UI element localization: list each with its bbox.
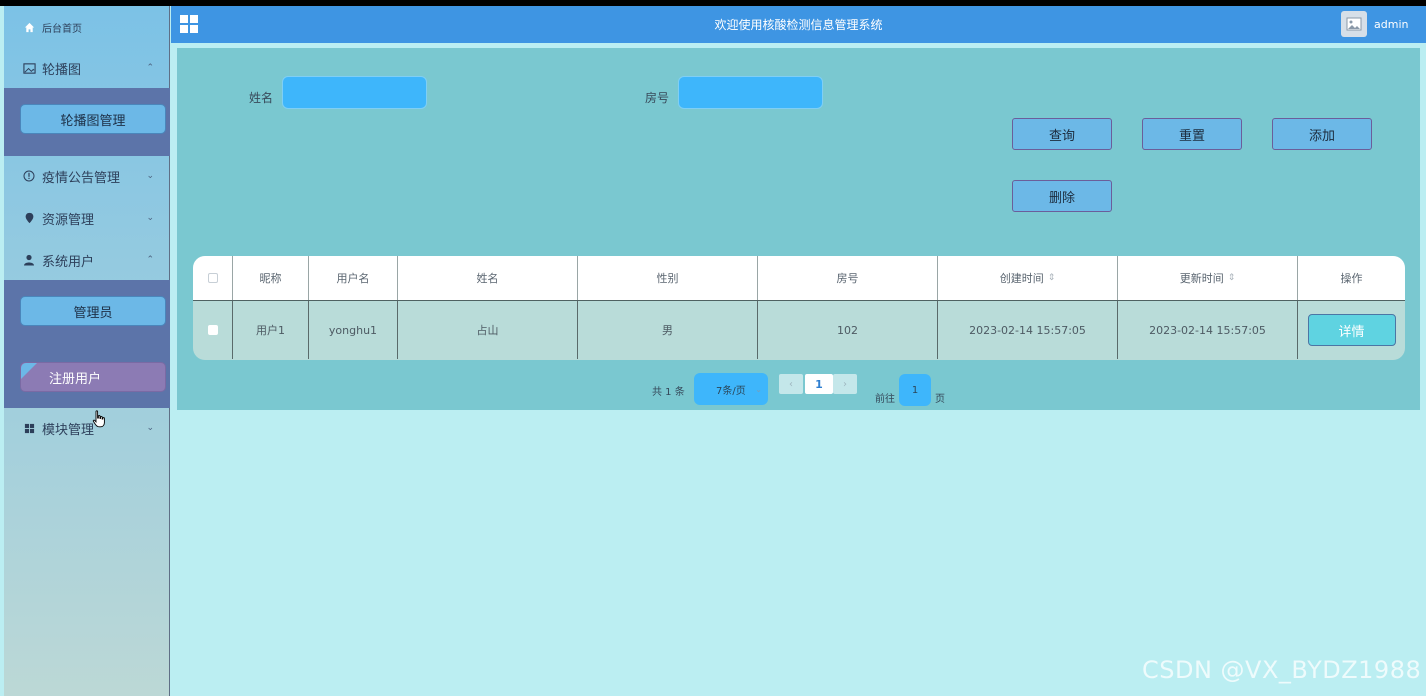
- chevron-up-icon: ⌃: [146, 63, 154, 73]
- current-page[interactable]: 1: [805, 374, 833, 394]
- sidebar-item-carousel[interactable]: 轮播图 ⌃: [4, 56, 170, 80]
- image-placeholder-icon: [1346, 17, 1362, 31]
- chevron-down-icon: ⌄: [755, 384, 762, 394]
- app-screen: 后台首页 轮播图 ⌃ 轮播图管理 疫情公告管理 ⌄ 资源管理 ⌄ 系统用户 ⌃ …: [0, 6, 1426, 696]
- sidebar-item-resource[interactable]: 资源管理 ⌄: [4, 206, 170, 230]
- sidebar-item-admin[interactable]: 管理员: [20, 296, 166, 326]
- location-icon: [22, 211, 36, 225]
- username-label[interactable]: admin: [1374, 18, 1408, 31]
- select-all-cell: [193, 256, 233, 300]
- watermark: CSDN @VX_BYDZ1988: [1142, 656, 1422, 684]
- image-icon: [22, 61, 36, 75]
- name-input[interactable]: [282, 76, 427, 109]
- chevron-down-icon: ⌄: [146, 171, 154, 181]
- chevron-down-icon: ⌄: [146, 423, 154, 433]
- goto-page-input[interactable]: 1: [899, 374, 931, 406]
- content-panel: 姓名 房号 查询 重置 添加 删除 昵称 用户名 姓名 性别 房号 创建时间 ⇕ …: [177, 48, 1420, 410]
- header-gender: 性别: [578, 256, 758, 300]
- sidebar-item-system-user-label: 系统用户: [42, 254, 95, 270]
- cell-username: yonghu1: [309, 301, 398, 359]
- submenu-system-user: 管理员 注册用户: [4, 280, 170, 408]
- grid-icon: [22, 421, 36, 435]
- header-username: 用户名: [309, 256, 398, 300]
- add-button[interactable]: 添加: [1272, 118, 1372, 150]
- sidebar-item-registered-user[interactable]: 注册用户: [20, 362, 166, 392]
- sidebar-item-home[interactable]: 后台首页: [4, 16, 170, 38]
- detail-button[interactable]: 详情: [1307, 314, 1396, 346]
- sort-icon[interactable]: ⇕: [1228, 273, 1236, 283]
- sidebar-item-epidemic-notice[interactable]: 疫情公告管理 ⌄: [4, 164, 170, 188]
- delete-button[interactable]: 删除: [1012, 180, 1112, 212]
- cell-updated: 2023-02-14 15:57:05: [1118, 301, 1298, 359]
- room-input[interactable]: [678, 76, 823, 109]
- sidebar-item-carousel-label: 轮播图: [42, 62, 82, 78]
- prev-page-button[interactable]: ‹: [779, 374, 803, 394]
- select-all-checkbox[interactable]: [207, 273, 218, 283]
- page-title: 欢迎使用核酸检测信息管理系统: [714, 18, 883, 32]
- name-label: 姓名: [249, 91, 274, 105]
- sidebar: 后台首页 轮播图 ⌃ 轮播图管理 疫情公告管理 ⌄ 资源管理 ⌄ 系统用户 ⌃ …: [4, 6, 170, 696]
- sidebar-item-carousel-manage[interactable]: 轮播图管理: [20, 104, 166, 134]
- table-row: 用户1 yonghu1 占山 男 102 2023-02-14 15:57:05…: [193, 300, 1405, 359]
- chevron-down-icon: ⌄: [146, 213, 154, 223]
- sort-icon[interactable]: ⇕: [1048, 273, 1056, 283]
- hand-cursor-icon: [92, 410, 105, 428]
- cell-room: 102: [758, 301, 938, 359]
- query-button[interactable]: 查询: [1012, 118, 1112, 150]
- header-nickname: 昵称: [233, 256, 309, 300]
- sidebar-item-epidemic-notice-label: 疫情公告管理: [42, 170, 121, 186]
- page-size-value: 7条/页: [716, 385, 746, 397]
- cell-gender: 男: [578, 301, 758, 359]
- sidebar-item-system-user[interactable]: 系统用户 ⌃: [4, 248, 170, 272]
- header-room: 房号: [758, 256, 938, 300]
- sidebar-item-registered-user-label: 注册用户: [49, 371, 102, 387]
- header-created[interactable]: 创建时间 ⇕: [938, 256, 1118, 300]
- pagination-total: 共 1 条: [652, 387, 685, 398]
- user-icon: [22, 253, 36, 267]
- sidebar-item-home-label: 后台首页: [42, 23, 82, 35]
- cell-name: 占山: [398, 301, 578, 359]
- row-checkbox[interactable]: [207, 325, 218, 335]
- reset-button[interactable]: 重置: [1142, 118, 1242, 150]
- header-name: 姓名: [398, 256, 578, 300]
- submenu-carousel: 轮播图管理: [4, 88, 170, 156]
- header-updated-label: 更新时间: [1179, 272, 1224, 285]
- chevron-up-icon: ⌃: [146, 255, 154, 265]
- header-updated[interactable]: 更新时间 ⇕: [1118, 256, 1298, 300]
- home-icon: [22, 20, 36, 34]
- page-size-select[interactable]: 7条/页 ⌄: [694, 373, 768, 405]
- header-created-label: 创建时间: [999, 272, 1044, 285]
- room-label: 房号: [645, 91, 670, 105]
- sidebar-item-module[interactable]: 模块管理 ⌄: [4, 416, 170, 440]
- cell-action: 详情: [1298, 301, 1405, 359]
- header-action: 操作: [1340, 272, 1363, 285]
- user-table: 昵称 用户名 姓名 性别 房号 创建时间 ⇕ 更新时间 ⇕ 操作 用户1 yongh…: [193, 256, 1405, 360]
- row-select-cell: [193, 301, 233, 359]
- page-suffix: 页: [935, 394, 945, 405]
- info-circle-icon: [22, 169, 36, 183]
- goto-label: 前往: [875, 394, 895, 405]
- cell-created: 2023-02-14 15:57:05: [938, 301, 1118, 359]
- top-header: 欢迎使用核酸检测信息管理系统 admin: [171, 6, 1426, 43]
- sidebar-item-resource-label: 资源管理: [42, 212, 95, 228]
- sidebar-item-module-label: 模块管理: [42, 422, 95, 438]
- cell-nickname: 用户1: [233, 301, 309, 359]
- next-page-button[interactable]: ›: [833, 374, 857, 394]
- table-header: 昵称 用户名 姓名 性别 房号 创建时间 ⇕ 更新时间 ⇕ 操作: [193, 256, 1405, 300]
- avatar[interactable]: [1341, 11, 1367, 37]
